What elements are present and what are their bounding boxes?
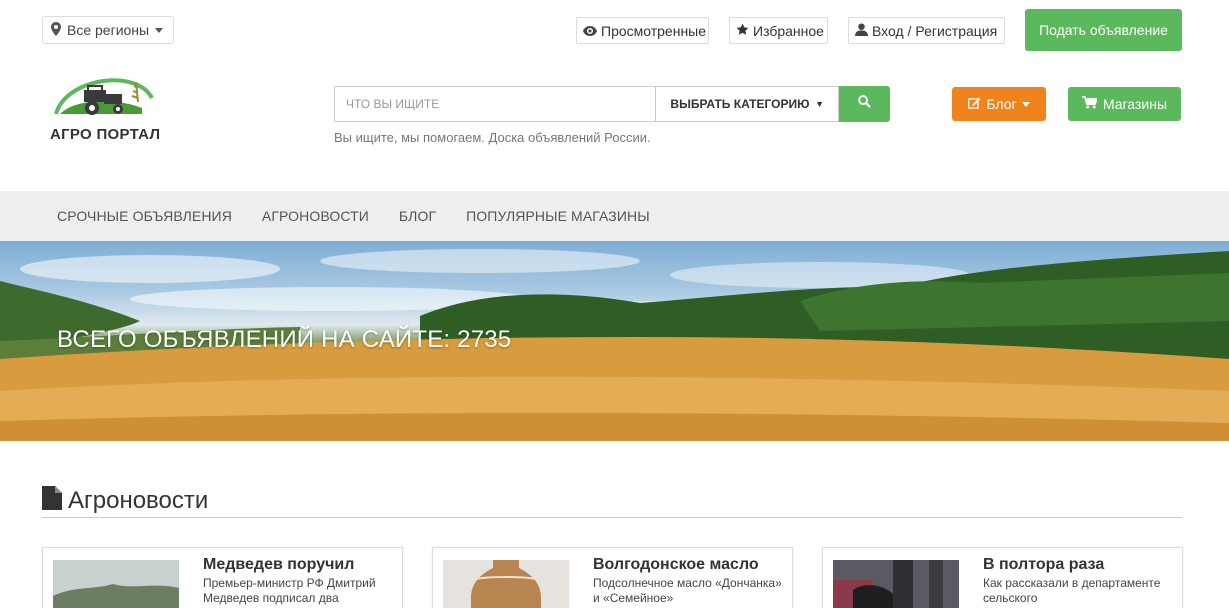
nav-item-agronews[interactable]: АГРОНОВОСТИ [262,208,369,224]
region-selector[interactable]: Все регионы [42,16,175,44]
category-label: ВЫБРАТЬ КАТЕГОРИЮ [670,97,810,111]
news-card[interactable]: Медведев поручил Премьер-министр РФ Дмит… [42,547,403,608]
search-bar: ВЫБРАТЬ КАТЕГОРИЮ ▼ [334,86,890,122]
news-title[interactable]: Волгодонское масло [593,556,759,574]
news-thumbnail[interactable] [53,560,179,608]
blog-button[interactable]: Блог [952,87,1046,121]
nav-item-popular-shops[interactable]: ПОПУЛЯРНЫЕ МАГАЗИНЫ [466,208,650,224]
logo[interactable]: АГРО ПОРТАЛ [46,68,162,148]
total-ads-counter: ВСЕГО ОБЪЯВЛЕНИЙ НА САЙТЕ: 2735 [57,326,512,353]
news-thumbnail[interactable] [443,560,569,608]
viewed-link[interactable]: Просмотренные [576,17,709,44]
nav-item-blog[interactable]: БЛОГ [399,208,436,224]
logo-text: АГРО ПОРТАЛ [50,126,161,143]
news-title[interactable]: В полтора раза [983,556,1104,574]
main-nav: СРОЧНЫЕ ОБЪЯВЛЕНИЯ АГРОНОВОСТИ БЛОГ ПОПУ… [0,191,1229,241]
user-icon [855,22,868,39]
chevron-down-icon [1021,101,1030,107]
favorites-link[interactable]: Избранное [729,17,828,44]
login-link[interactable]: Вход / Регистрация [848,17,1005,44]
section-title: Агроновости [68,486,209,514]
submit-ad-label: Подать объявление [1039,22,1168,38]
chevron-down-icon [155,27,164,33]
news-thumbnail[interactable] [833,560,959,608]
cart-icon [1082,96,1098,112]
region-label: Все регионы [67,22,150,38]
news-excerpt: Как рассказали в департаменте сельского [983,576,1161,605]
star-icon [736,23,749,39]
news-excerpt: Премьер-министр РФ Дмитрий Медведев подп… [203,576,376,605]
login-label: Вход / Регистрация [872,22,998,39]
agronews-section-header: Агроновости [42,484,1182,518]
category-select[interactable]: ВЫБРАТЬ КАТЕГОРИЮ ▼ [655,86,840,122]
search-icon [858,95,871,113]
search-input[interactable] [334,86,656,122]
tractor-logo-icon [54,78,154,115]
shops-label: Магазины [1102,96,1168,112]
news-excerpt: Подсолнечное масло «Дончанка» и «Семейно… [593,576,782,605]
hero-banner: ВСЕГО ОБЪЯВЛЕНИЙ НА САЙТЕ: 2735 [0,241,1229,441]
document-icon [42,486,62,515]
map-pin-icon [51,21,61,39]
favorites-label: Избранное [753,22,824,39]
news-card[interactable]: Волгодонское масло Подсолнечное масло «Д… [432,547,793,608]
blog-label: Блог [986,96,1017,112]
viewed-label: Просмотренные [601,22,707,39]
news-title[interactable]: Медведев поручил [203,556,354,574]
shops-button[interactable]: Магазины [1068,87,1181,121]
nav-item-urgent-ads[interactable]: СРОЧНЫЕ ОБЪЯВЛЕНИЯ [57,208,232,224]
edit-icon [968,96,981,112]
search-button[interactable] [839,86,890,122]
submit-ad-button[interactable]: Подать объявление [1025,9,1182,51]
search-tagline: Вы ищите, мы помогаем. Доска объявлений … [334,130,651,145]
triangle-down-icon: ▼ [815,99,825,109]
eye-icon [583,23,597,39]
news-card[interactable]: В полтора раза Как рассказали в департам… [822,547,1183,608]
